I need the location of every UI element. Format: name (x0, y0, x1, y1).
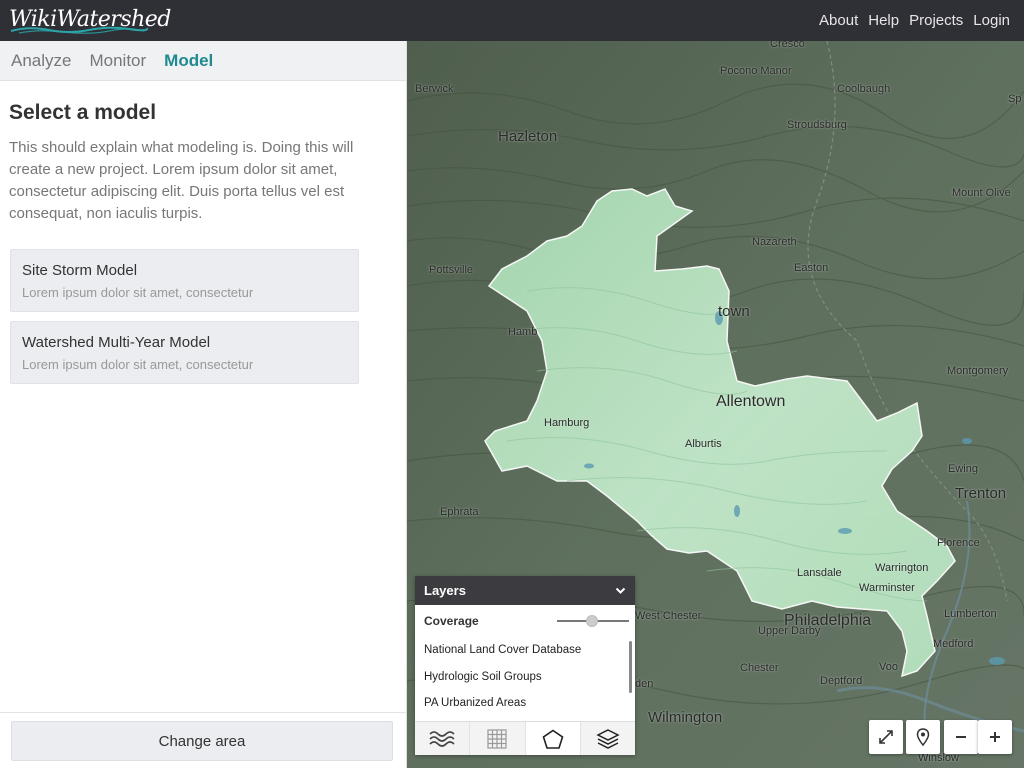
model-option-site-storm[interactable]: Site Storm Model Lorem ipsum dolor sit a… (10, 249, 359, 312)
map-label: Deptford (820, 675, 863, 687)
zoom-in-icon[interactable] (978, 720, 1012, 754)
map-label: Hamb (508, 326, 538, 338)
nav-login[interactable]: Login (973, 12, 1010, 29)
map-label: Warrington (875, 562, 929, 574)
map-label: Montgomery (947, 365, 1009, 377)
layer-item-soil-groups[interactable]: Hydrologic Soil Groups (415, 664, 635, 691)
map-label: Mount Olive (952, 187, 1011, 199)
nav-help[interactable]: Help (868, 12, 899, 29)
map-label: Chester (740, 662, 779, 674)
map-label: Wilmington (648, 709, 723, 726)
map-label: Pottsville (429, 264, 474, 276)
map-label: Stroudsburg (787, 119, 847, 131)
map-label: Lumberton (944, 608, 997, 620)
map-label: Medford (933, 638, 974, 650)
pentagon-icon[interactable] (525, 722, 581, 755)
zoom-out-icon[interactable] (944, 720, 978, 754)
map-label: Upper Darby (758, 625, 821, 637)
change-area-button[interactable]: Change area (11, 721, 393, 761)
map-label: Coolbaugh (837, 83, 891, 95)
coverage-row: Coverage (415, 605, 635, 637)
map-label: Lansdale (797, 567, 842, 579)
layer-type-tabs (415, 721, 635, 755)
map-label: Trenton (955, 485, 1007, 502)
map-canvas[interactable]: Cresco Pocono Manor Berwick Coolbaugh Ha… (407, 41, 1024, 768)
tab-model[interactable]: Model (164, 51, 213, 71)
map-label: West Chester (635, 610, 702, 622)
model-subtitle: Lorem ipsum dolor sit amet, consectetur (22, 285, 254, 300)
page-title: Select a model (9, 101, 157, 124)
map-label: Cresco (770, 41, 805, 50)
map-label: Easton (794, 262, 829, 274)
top-nav: About Help Projects Login (819, 0, 1010, 41)
layer-list: National Land Cover Database Hydrologic … (415, 637, 635, 721)
tab-monitor[interactable]: Monitor (89, 51, 146, 71)
coverage-label: Coverage (424, 614, 479, 628)
map-label: Hazleton (498, 128, 558, 145)
map-label: Allentown (716, 393, 786, 410)
map-label: Pocono Manor (720, 65, 792, 77)
map-label: Voo (879, 661, 898, 673)
map-label: Nazareth (752, 236, 797, 248)
slider-knob[interactable] (586, 615, 598, 627)
chevron-down-icon (615, 587, 626, 594)
nav-about[interactable]: About (819, 12, 858, 29)
expand-icon[interactable] (869, 720, 903, 754)
map-label: Warminster (859, 582, 915, 594)
sidebar-footer: Change area (0, 712, 406, 768)
map-label: Sp (1008, 93, 1022, 105)
map-label: Hamburg (544, 417, 590, 429)
map-label: town (718, 303, 750, 320)
layers-panel: Layers Coverage National Land Cover Data… (415, 576, 635, 755)
layers-title: Layers (424, 583, 466, 598)
map-label: Florence (937, 537, 980, 549)
nav-projects[interactable]: Projects (909, 12, 963, 29)
map-label: Berwick (415, 83, 454, 95)
grid-icon[interactable] (470, 722, 526, 755)
stack-icon[interactable] (580, 722, 635, 755)
sidebar: Analyze Monitor Model Select a model Thi… (0, 41, 407, 768)
model-name: Watershed Multi-Year Model (22, 334, 211, 351)
model-option-watershed-multi-year[interactable]: Watershed Multi-Year Model Lorem ipsum d… (10, 321, 359, 384)
map-label: den (635, 678, 654, 690)
coverage-opacity-slider[interactable] (557, 615, 629, 627)
map-label: Ephrata (440, 506, 479, 518)
layer-item-nlcd[interactable]: National Land Cover Database (415, 637, 635, 664)
layer-item-urbanized-areas[interactable]: PA Urbanized Areas (415, 690, 635, 717)
page-description: This should explain what modeling is. Do… (9, 139, 354, 222)
water-waves-icon[interactable] (415, 722, 471, 755)
model-subtitle: Lorem ipsum dolor sit amet, consectetur (22, 357, 254, 372)
logo-wave-icon (10, 26, 149, 34)
wikiwatershed-logo[interactable]: WikiWatershed (9, 5, 171, 37)
layer-list-scrollbar[interactable] (629, 641, 632, 693)
model-name: Site Storm Model (22, 262, 138, 279)
map-label: Ewing (948, 463, 978, 475)
sidebar-tabs: Analyze Monitor Model (0, 41, 406, 81)
top-header: WikiWatershed About Help Projects Login (0, 0, 1024, 41)
tab-analyze[interactable]: Analyze (11, 51, 71, 71)
sidebar-content: Select a model This should explain what … (0, 101, 406, 384)
map-label: Alburtis (685, 438, 722, 450)
layers-panel-header[interactable]: Layers (415, 576, 635, 605)
location-pin-icon[interactable] (906, 720, 940, 754)
